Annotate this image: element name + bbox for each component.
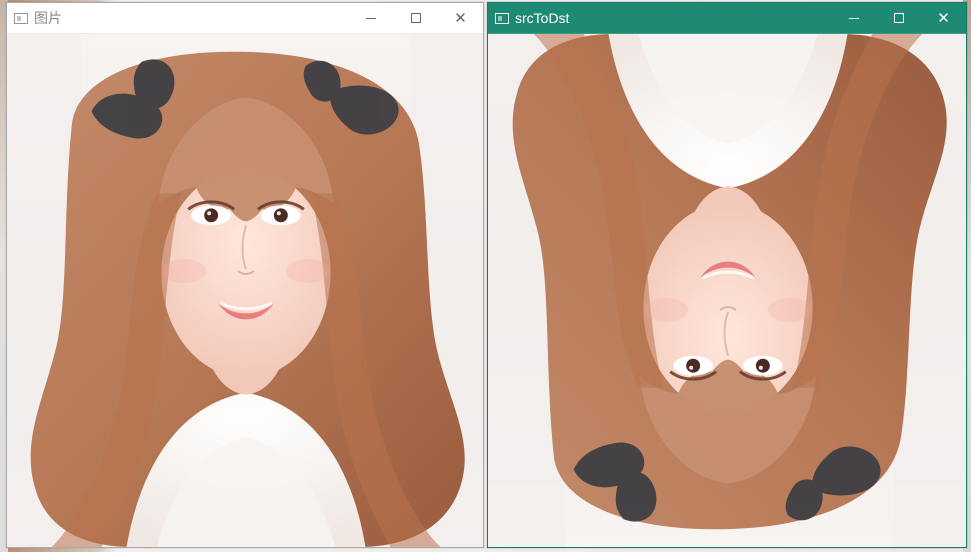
portrait-image bbox=[7, 34, 483, 547]
maximize-icon bbox=[410, 13, 421, 23]
window-controls-picture: ✕ bbox=[348, 3, 483, 33]
close-button[interactable]: ✕ bbox=[438, 3, 483, 33]
portrait-image-flipped bbox=[488, 34, 966, 547]
window-srctodst[interactable]: srcToDst ✕ bbox=[487, 2, 967, 548]
portrait-svg bbox=[7, 34, 483, 547]
window-picture[interactable]: 图片 ✕ bbox=[6, 2, 484, 548]
minimize-icon bbox=[365, 18, 376, 19]
titlebar-picture[interactable]: 图片 ✕ bbox=[7, 3, 483, 34]
minimize-button[interactable] bbox=[348, 3, 393, 33]
window-title-picture: 图片 bbox=[34, 10, 62, 26]
close-icon: ✕ bbox=[937, 8, 950, 27]
close-button[interactable]: ✕ bbox=[921, 3, 966, 33]
app-window-icon bbox=[495, 12, 509, 24]
app-window-icon bbox=[14, 12, 28, 24]
title-left-picture: 图片 bbox=[7, 11, 62, 25]
maximize-button[interactable] bbox=[876, 3, 921, 33]
window-content-picture bbox=[7, 34, 483, 547]
window-title-srctodst: srcToDst bbox=[515, 10, 570, 26]
window-content-srctodst bbox=[488, 34, 966, 547]
title-left-srctodst: srcToDst bbox=[488, 11, 569, 25]
minimize-icon bbox=[848, 18, 859, 19]
close-icon: ✕ bbox=[454, 8, 467, 27]
titlebar-srctodst[interactable]: srcToDst ✕ bbox=[488, 3, 966, 34]
window-controls-srctodst: ✕ bbox=[831, 3, 966, 33]
portrait-svg-flipped bbox=[488, 34, 966, 547]
maximize-button[interactable] bbox=[393, 3, 438, 33]
minimize-button[interactable] bbox=[831, 3, 876, 33]
maximize-icon bbox=[893, 13, 904, 23]
